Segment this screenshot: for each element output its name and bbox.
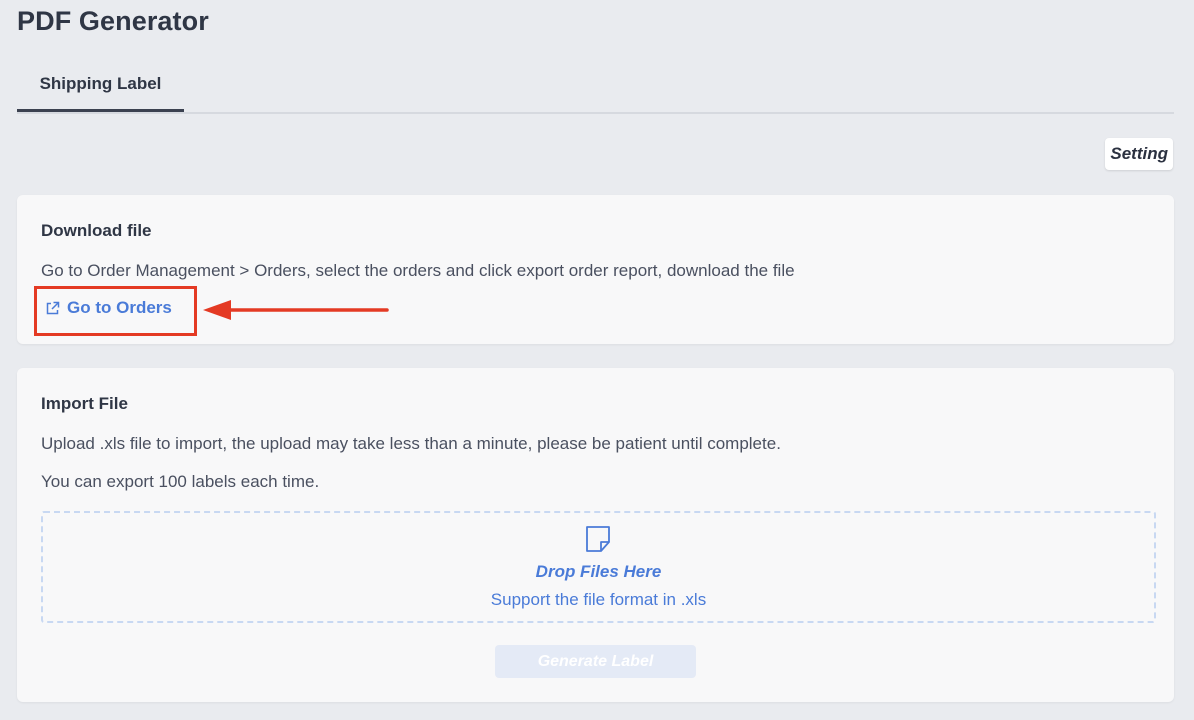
active-tab-indicator <box>17 109 184 112</box>
dropzone-subtitle: Support the file format in .xls <box>490 590 707 609</box>
import-file-card: Import File Upload .xls file to import, … <box>17 368 1174 702</box>
page-title: PDF Generator <box>17 6 209 36</box>
file-dropzone[interactable]: Drop Files Here Support the file format … <box>41 511 1156 623</box>
tab-label: Shipping Label <box>39 74 162 93</box>
external-link-icon <box>44 300 61 317</box>
download-card-description: Go to Order Management > Orders, select … <box>41 261 795 280</box>
tab-shipping-label[interactable]: Shipping Label <box>17 58 184 112</box>
file-note-icon <box>585 525 611 558</box>
go-to-orders-label: Go to Orders <box>67 298 172 317</box>
generate-label-button[interactable]: Generate Label <box>495 645 696 678</box>
download-card-title: Download file <box>41 221 152 240</box>
import-limit-text: You can export 100 labels each time. <box>41 472 320 491</box>
import-card-title: Import File <box>41 394 128 413</box>
import-card-description: Upload .xls file to import, the upload m… <box>41 434 781 453</box>
setting-button[interactable]: Setting <box>1105 138 1173 170</box>
download-file-card: Download file Go to Order Management > O… <box>17 195 1174 344</box>
tab-bar: Shipping Label <box>17 58 1174 114</box>
go-to-orders-link[interactable]: Go to Orders <box>44 298 172 318</box>
annotation-arrow-icon <box>203 300 389 320</box>
dropzone-title: Drop Files Here <box>535 562 662 581</box>
